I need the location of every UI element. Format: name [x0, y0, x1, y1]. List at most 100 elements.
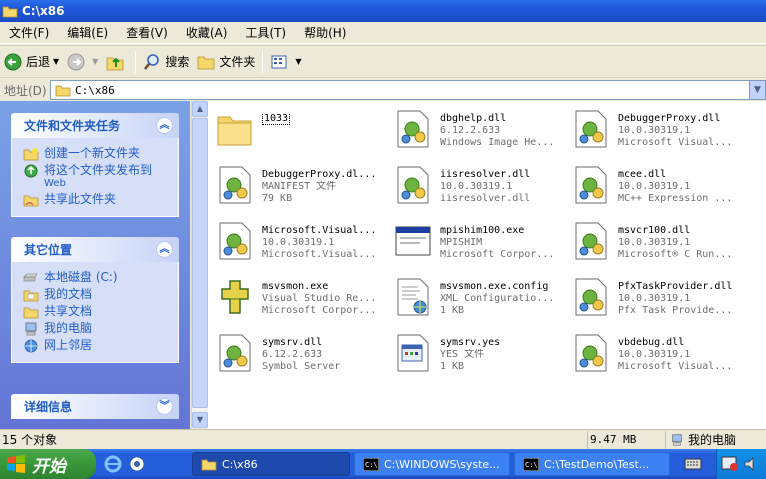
folder-icon	[201, 459, 217, 470]
shared-folder-icon	[23, 307, 39, 319]
file-description: Windows Image He...	[440, 137, 555, 148]
chevron-down-icon[interactable]: ▼	[53, 57, 59, 66]
file-name: symsrv.dll	[262, 337, 323, 348]
address-label: 地址(D)	[4, 83, 47, 98]
keyboard-icon[interactable]	[684, 457, 702, 471]
share-folder-icon	[23, 195, 39, 207]
place-local-disk[interactable]: 本地磁盘 (C:)	[23, 271, 178, 285]
file-item[interactable]: PfxTaskProvider.dll 10.0.30319.1 Pfx Tas…	[572, 277, 752, 329]
file-tasks-header[interactable]: 文件和文件夹任务 ︽	[11, 113, 179, 138]
file-name: dbghelp.dll	[440, 113, 507, 124]
file-detail: MANIFEST 文件	[262, 181, 337, 192]
tray-app-icon[interactable]	[721, 456, 739, 472]
menu-view[interactable]: 查看(V)	[117, 22, 177, 44]
dll-icon	[219, 166, 251, 204]
file-item[interactable]: 1033	[216, 109, 396, 161]
taskbar-window-cmd1[interactable]: C:\ C:\WINDOWS\syste...	[354, 452, 510, 476]
file-name: 1033	[262, 113, 291, 125]
folders-label: 文件夹	[219, 55, 256, 69]
folders-button[interactable]: 文件夹	[193, 49, 259, 75]
file-tasks-title: 文件和文件夹任务	[24, 119, 121, 133]
file-detail: 10.0.30319.1	[618, 237, 691, 248]
file-tasks-panel: 文件和文件夹任务 ︽ 创建一个新文件夹 将这个文件夹发布到 Web 共享此文件夹	[11, 113, 179, 217]
other-places-panel: 其它位置 ︽ 本地磁盘 (C:) 我的文档 共享文档 我的电脑 网上邻居	[11, 237, 179, 363]
puzzle-icon	[221, 280, 249, 314]
task-pane-scrollbar[interactable]: ▲ ▼	[191, 101, 208, 429]
dll-icon	[575, 222, 607, 260]
task-publish-web-label: 将这个文件夹发布到	[44, 163, 153, 177]
internet-explorer-icon[interactable]	[104, 455, 122, 473]
taskbar-window-explorer[interactable]: C:\x86	[192, 452, 350, 476]
search-button[interactable]: 搜索	[139, 49, 193, 75]
file-name: mpishim100.exe	[440, 225, 525, 236]
address-dropdown-button[interactable]: ▼	[749, 81, 765, 99]
scroll-down-button[interactable]: ▼	[192, 412, 208, 428]
file-detail: 10.0.30319.1	[618, 181, 691, 192]
file-item[interactable]: msvsmon.exe Visual Studio Re... Microsof…	[216, 277, 396, 329]
other-places-title: 其它位置	[24, 243, 73, 257]
file-item[interactable]: symsrv.yes YES 文件 1 KB	[394, 333, 574, 385]
file-item[interactable]: mcee.dll 10.0.30319.1 MC++ Expression ..…	[572, 165, 752, 217]
place-network[interactable]: 网上邻居	[23, 339, 178, 353]
other-places-header[interactable]: 其它位置 ︽	[11, 237, 179, 262]
scroll-up-button[interactable]: ▲	[192, 101, 208, 117]
file-item[interactable]: DebuggerProxy.dl... MANIFEST 文件 79 KB	[216, 165, 396, 217]
toolbar-separator	[135, 50, 137, 73]
folder-icon	[217, 116, 252, 146]
system-tray	[716, 449, 766, 479]
file-item[interactable]: iisresolver.dll 10.0.30319.1 iisresolver…	[394, 165, 574, 217]
quick-launch	[104, 455, 184, 473]
views-button[interactable]: ▼	[266, 49, 305, 75]
file-item[interactable]: vbdebug.dll 10.0.30319.1 Microsoft Visua…	[572, 333, 752, 385]
task-new-folder[interactable]: 创建一个新文件夹	[23, 147, 178, 161]
file-name: msvcr100.dll	[618, 225, 691, 236]
start-label: 开始	[32, 456, 66, 477]
address-input[interactable]: C:\x86 ▼	[50, 80, 766, 100]
place-shared-documents[interactable]: 共享文档	[23, 305, 178, 319]
collapse-chevron-icon[interactable]: ︽	[156, 241, 173, 258]
place-my-documents[interactable]: 我的文档	[23, 288, 178, 302]
file-item[interactable]: DebuggerProxy.dll 10.0.30319.1 Microsoft…	[572, 109, 752, 161]
file-description: iisresolver.dll	[440, 193, 531, 204]
unknown-file-icon	[397, 334, 429, 372]
file-name: vbdebug.dll	[618, 337, 685, 348]
toolbar-separator	[262, 50, 264, 73]
expand-chevron-icon[interactable]: ︾	[156, 398, 173, 415]
file-name: iisresolver.dll	[440, 169, 531, 180]
up-folder-button[interactable]	[102, 49, 132, 75]
details-title: 详细信息	[24, 400, 73, 414]
back-button[interactable]: 后退 ▼	[0, 49, 63, 75]
file-item[interactable]: msvcr100.dll 10.0.30319.1 Microsoft® C R…	[572, 221, 752, 273]
file-item[interactable]: mpishim100.exe MPISHIM Microsoft Corpor.…	[394, 221, 574, 273]
task-share-folder[interactable]: 共享此文件夹	[23, 193, 178, 207]
collapse-chevron-icon[interactable]: ︽	[156, 117, 173, 134]
taskbar: 开始 C:\x86 C:\ C:\WINDOWS\syste... C:\ C:…	[0, 449, 766, 479]
taskbar-window-cmd2[interactable]: C:\ C:\TestDemo\Test...	[514, 452, 670, 476]
status-location: 我的电脑	[666, 431, 736, 448]
forward-button[interactable]: ▼	[63, 49, 102, 75]
dll-icon	[219, 334, 251, 372]
task-share-folder-label: 共享此文件夹	[44, 192, 117, 206]
chevron-down-icon[interactable]: ▼	[92, 57, 98, 66]
taskbar-window-label: C:\TestDemo\Test...	[544, 457, 650, 471]
start-button[interactable]: 开始	[0, 449, 96, 479]
media-player-icon[interactable]	[128, 455, 146, 473]
file-item[interactable]: dbghelp.dll 6.12.2.633 Windows Image He.…	[394, 109, 574, 161]
folder-icon	[197, 56, 215, 69]
file-item[interactable]: symsrv.dll 6.12.2.633 Symbol Server	[216, 333, 396, 385]
chevron-down-icon[interactable]: ▼	[295, 57, 301, 66]
task-publish-web[interactable]: 将这个文件夹发布到 Web	[23, 164, 178, 190]
menu-edit[interactable]: 编辑(E)	[58, 22, 117, 44]
menu-favorites[interactable]: 收藏(A)	[177, 22, 237, 44]
place-my-computer[interactable]: 我的电脑	[23, 322, 178, 336]
scroll-thumb[interactable]	[192, 118, 208, 408]
file-item[interactable]: msvsmon.exe.config XML Configuratio... 1…	[394, 277, 574, 329]
menu-file[interactable]: 文件(F)	[0, 22, 58, 44]
menu-tools[interactable]: 工具(T)	[236, 22, 295, 44]
file-item[interactable]: Microsoft.Visual... 10.0.30319.1 Microso…	[216, 221, 396, 273]
file-description: 79 KB	[262, 193, 293, 204]
menu-help[interactable]: 帮助(H)	[295, 22, 355, 44]
details-header[interactable]: 详细信息 ︾	[11, 394, 179, 419]
tray-volume-icon[interactable]	[743, 456, 761, 472]
taskbar-window-label: C:\WINDOWS\syste...	[384, 457, 500, 471]
